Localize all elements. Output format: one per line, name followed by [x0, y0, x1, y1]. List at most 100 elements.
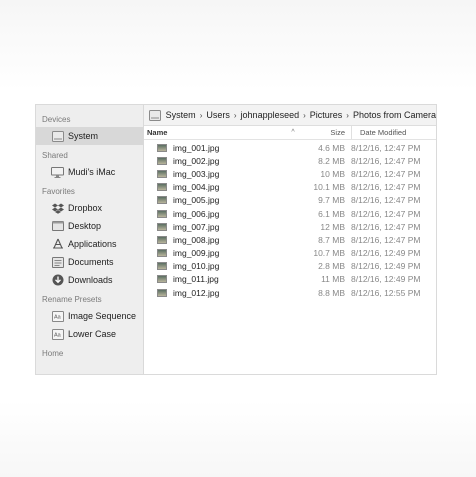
column-size-header[interactable]: Size — [300, 128, 345, 137]
column-date-header[interactable]: Date Modified — [351, 126, 406, 139]
image-thumbnail-icon — [157, 183, 167, 192]
file-date-modified: 8/12/16, 12:47 PM — [351, 142, 421, 153]
image-thumbnail-icon — [157, 196, 167, 205]
svg-text:Aa: Aa — [54, 314, 62, 320]
file-name: img_010.jpg — [173, 261, 220, 272]
image-thumbnail-icon — [157, 288, 167, 297]
file-row[interactable]: img_003.jpg 10 MB 8/12/16, 12:47 PM — [144, 167, 436, 180]
sidebar-item-desktop[interactable]: Desktop — [36, 217, 143, 235]
sidebar-item-downloads[interactable]: Downloads — [36, 271, 143, 289]
sidebar-item-lower-case[interactable]: Aa Lower Case — [36, 325, 143, 343]
image-thumbnail-icon — [157, 143, 167, 152]
file-date-modified: 8/12/16, 12:47 PM — [351, 234, 421, 245]
file-date-modified: 8/12/16, 12:47 PM — [351, 155, 421, 166]
sidebar-item-label: Downloads — [68, 275, 113, 285]
file-row[interactable]: img_001.jpg 4.6 MB 8/12/16, 12:47 PM — [144, 141, 436, 154]
desktop-icon — [51, 220, 64, 232]
file-name: img_004.jpg — [173, 182, 220, 193]
file-size: 10.1 MB — [313, 182, 345, 193]
file-name: img_006.jpg — [173, 208, 220, 219]
sidebar-item-mudi-s-imac[interactable]: Mudi's iMac — [36, 163, 143, 181]
column-header: Name ^ Size Date Modified — [144, 126, 436, 140]
sidebar: Devices System Shared Mudi's iMac Favorites D… — [36, 105, 144, 374]
sidebar-item-system[interactable]: System — [36, 127, 143, 145]
file-row[interactable]: img_012.jpg 8.8 MB 8/12/16, 12:55 PM — [144, 286, 436, 299]
file-size: 9.7 MB — [318, 195, 345, 206]
sidebar-item-label: Applications — [68, 239, 117, 249]
file-row[interactable]: img_007.jpg 12 MB 8/12/16, 12:47 PM — [144, 220, 436, 233]
image-thumbnail-icon — [157, 262, 167, 271]
image-thumbnail-icon — [157, 169, 167, 178]
file-name: img_003.jpg — [173, 168, 220, 179]
hard-drive-icon — [51, 130, 64, 142]
svg-text:Aa: Aa — [54, 332, 62, 338]
path-segment[interactable]: System — [166, 110, 196, 120]
imac-icon — [51, 166, 64, 178]
file-row[interactable]: img_004.jpg 10.1 MB 8/12/16, 12:47 PM — [144, 181, 436, 194]
sidebar-item-label: Dropbox — [68, 203, 103, 213]
image-thumbnail-icon — [157, 222, 167, 231]
applications-icon — [51, 238, 64, 250]
path-separator-icon: › — [199, 110, 203, 120]
sidebar-item-label: System — [68, 131, 99, 141]
page-background: Devices System Shared Mudi's iMac Favorites D… — [0, 0, 476, 477]
file-name: img_001.jpg — [173, 142, 220, 153]
file-date-modified: 8/12/16, 12:47 PM — [351, 195, 421, 206]
preset-icon: Aa — [51, 328, 64, 340]
file-row[interactable]: img_010.jpg 2.8 MB 8/12/16, 12:49 PM — [144, 260, 436, 273]
image-thumbnail-icon — [157, 235, 167, 244]
path-separator-icon: › — [303, 110, 306, 120]
path-separator-icon: › — [233, 110, 237, 120]
sidebar-item-label: Mudi's iMac — [68, 167, 116, 177]
file-name: img_008.jpg — [173, 234, 220, 245]
hard-drive-icon — [149, 109, 162, 121]
main-pane: System › Users › johnappleseed › Pictures › Phot… — [144, 105, 436, 374]
file-size: 6.1 MB — [318, 208, 345, 219]
file-browser-window: Devices System Shared Mudi's iMac Favorites D… — [35, 104, 437, 375]
file-name: img_005.jpg — [173, 195, 220, 206]
file-date-modified: 8/12/16, 12:55 PM — [351, 287, 421, 298]
file-row[interactable]: img_009.jpg 10.7 MB 8/12/16, 12:49 PM — [144, 247, 436, 260]
file-name: img_011.jpg — [173, 274, 219, 285]
downloads-icon — [51, 274, 64, 286]
column-name-header[interactable]: Name — [144, 128, 286, 137]
file-row[interactable]: img_005.jpg 9.7 MB 8/12/16, 12:47 PM — [144, 194, 436, 207]
sidebar-item-dropbox[interactable]: Dropbox — [36, 199, 143, 217]
path-segment[interactable]: Users — [206, 110, 230, 120]
path-separator-icon: › — [346, 110, 349, 120]
sidebar-item-label: Image Sequence — [68, 311, 137, 321]
sort-ascending-icon[interactable]: ^ — [286, 129, 300, 136]
file-size: 11 MB — [321, 274, 345, 285]
sidebar-item-applications[interactable]: Applications — [36, 235, 143, 253]
dropbox-icon — [51, 202, 64, 214]
file-name: img_012.jpg — [173, 287, 220, 298]
file-row[interactable]: img_002.jpg 8.2 MB 8/12/16, 12:47 PM — [144, 154, 436, 167]
file-date-modified: 8/12/16, 12:47 PM — [351, 168, 421, 179]
file-date-modified: 8/12/16, 12:49 PM — [351, 261, 421, 272]
file-row[interactable]: img_011.jpg 11 MB 8/12/16, 12:49 PM — [144, 273, 436, 286]
path-segment[interactable]: johnappleseed — [241, 110, 300, 120]
documents-icon — [51, 256, 64, 268]
path-segment[interactable]: Pictures — [310, 110, 343, 120]
file-row[interactable]: img_008.jpg 8.7 MB 8/12/16, 12:47 PM — [144, 233, 436, 246]
file-list: img_001.jpg 4.6 MB 8/12/16, 12:47 PM img_00… — [144, 140, 436, 299]
file-date-modified: 8/12/16, 12:47 PM — [351, 208, 421, 219]
sidebar-section-header: Devices — [42, 115, 71, 124]
file-row[interactable]: img_006.jpg 6.1 MB 8/12/16, 12:47 PM — [144, 207, 436, 220]
path-segment[interactable]: Photos from Camera — [353, 110, 436, 120]
file-date-modified: 8/12/16, 12:47 PM — [351, 182, 421, 193]
file-size: 10.7 MB — [313, 248, 345, 259]
file-size: 8.2 MB — [318, 155, 345, 166]
file-size: 10 MB — [320, 168, 345, 179]
file-size: 8.7 MB — [318, 234, 345, 245]
image-thumbnail-icon — [157, 209, 167, 218]
sidebar-item-image-sequence[interactable]: Aa Image Sequence — [36, 307, 143, 325]
sidebar-item-documents[interactable]: Documents — [36, 253, 143, 271]
sidebar-section-header: Home — [42, 349, 64, 358]
file-name: img_007.jpg — [173, 221, 220, 232]
preset-icon: Aa — [51, 310, 64, 322]
file-date-modified: 8/12/16, 12:47 PM — [351, 221, 421, 232]
image-thumbnail-icon — [157, 249, 167, 258]
file-size: 12 MB — [320, 221, 345, 232]
image-thumbnail-icon — [157, 275, 167, 284]
